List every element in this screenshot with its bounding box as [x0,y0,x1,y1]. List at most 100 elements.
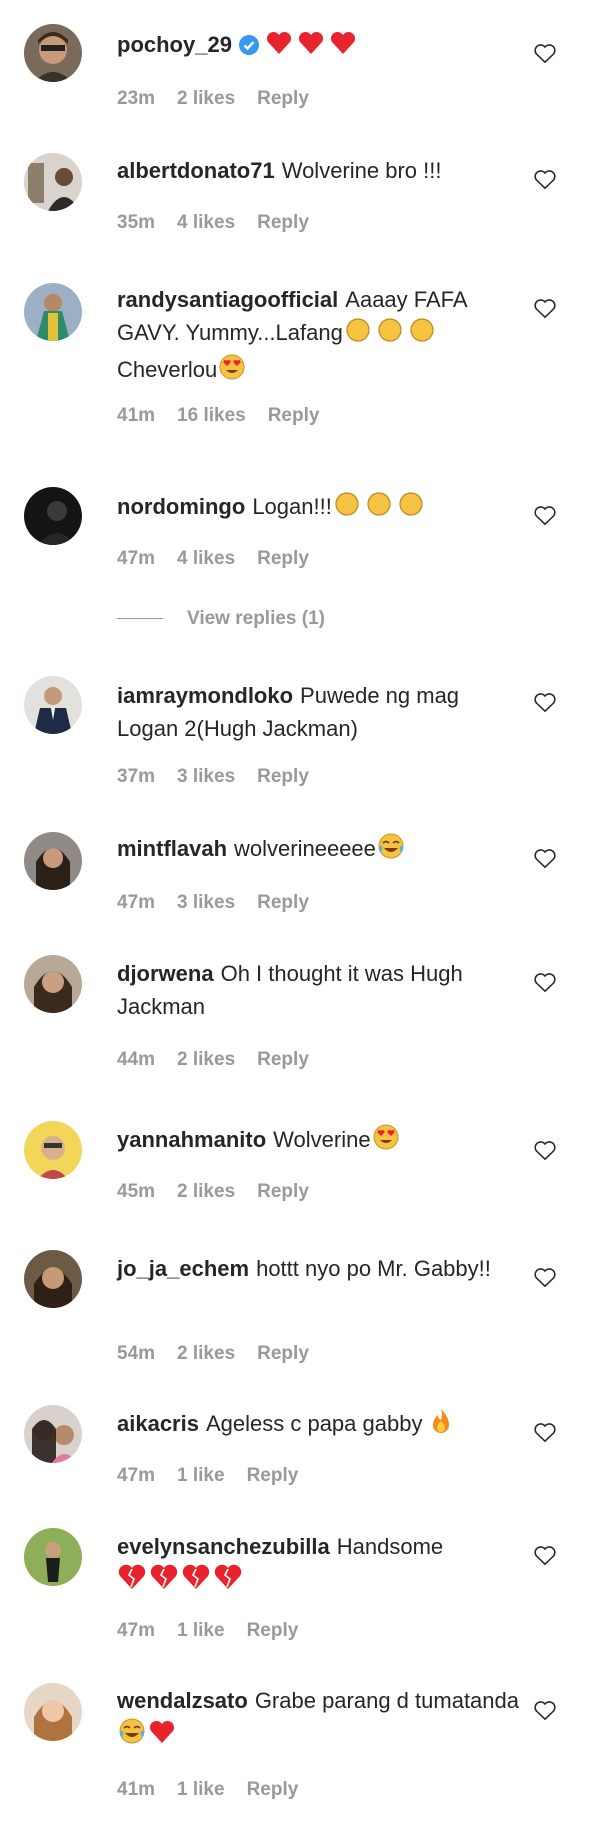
timestamp: 23m [117,88,156,109]
username[interactable]: nordomingo [117,494,245,519]
comment-text: yannahmanito Wolverine [117,1123,522,1160]
heart-outline-icon[interactable] [532,1137,558,1163]
username[interactable]: wendalzsato [117,1688,248,1713]
comment-text: iamraymondloko Puwede ng mag Logan 2(Hugh… [117,683,460,741]
username[interactable]: aikacris [117,1411,199,1436]
username[interactable]: evelynsanchezubilla [117,1534,330,1559]
heart-eyes-emoji-icon [371,1123,401,1160]
avatar[interactable] [24,1528,82,1586]
clapping-hands-emoji-icon [332,490,428,527]
heart-outline-icon[interactable] [532,502,558,528]
username[interactable]: pochoy_29 [117,32,232,57]
likes-count[interactable]: 1 like [177,1620,225,1641]
avatar[interactable] [24,1121,82,1179]
likes-count[interactable]: 4 likes [177,548,235,569]
username[interactable]: randysantiagoofficial [117,287,338,312]
comment-meta: 35m 4 likes Reply [117,212,331,234]
reply-button[interactable]: Reply [257,1181,309,1202]
username[interactable]: djorwena [117,961,214,986]
reply-button[interactable]: Reply [257,212,309,233]
comment-meta: 23m 2 likes Reply [117,88,331,110]
likes-count[interactable]: 2 likes [177,1343,235,1364]
heart-outline-icon[interactable] [532,845,558,871]
likes-count[interactable]: 2 likes [177,88,235,109]
comment-meta: 41m 1 like Reply [117,1779,320,1801]
reply-button[interactable]: Reply [257,1049,309,1070]
heart-outline-icon[interactable] [532,295,558,321]
reply-button[interactable]: Reply [257,88,309,109]
likes-count[interactable]: 3 likes [177,766,235,787]
avatar[interactable] [24,1405,82,1463]
likes-count[interactable]: 2 likes [177,1049,235,1070]
comment-text: aikacris Ageless c papa gabby [117,1407,522,1444]
avatar[interactable] [24,283,82,341]
timestamp: 45m [117,1181,156,1202]
comment-meta: 47m 3 likes Reply [117,892,331,914]
reply-button[interactable]: Reply [257,892,309,913]
likes-count[interactable]: 16 likes [177,405,246,426]
comment-text: jo_ja_echem hottt nyo po Mr. Gabby!! [117,1256,491,1281]
likes-count[interactable]: 3 likes [177,892,235,913]
timestamp: 47m [117,892,156,913]
avatar[interactable] [24,153,82,211]
username[interactable]: iamraymondloko [117,683,293,708]
username[interactable]: albertdonato71 [117,158,275,183]
heart-outline-icon[interactable] [532,40,558,66]
avatar[interactable] [24,24,82,82]
reply-button[interactable]: Reply [247,1465,299,1486]
comment-text: evelynsanchezubilla Handsome [117,1530,522,1600]
comment-text: mintflavah wolverineeeee [117,832,522,869]
timestamp: 47m [117,1465,156,1486]
heart-outline-icon[interactable] [532,1264,558,1290]
comment-meta: 37m 3 likes Reply [117,766,331,788]
reply-button[interactable]: Reply [257,548,309,569]
reply-button[interactable]: Reply [257,1343,309,1364]
heart-outline-icon[interactable] [532,969,558,995]
tears-of-joy-emoji-icon [376,832,406,869]
view-replies-button[interactable]: View replies (1) [117,608,325,630]
reply-button[interactable]: Reply [268,405,320,426]
heart-outline-icon[interactable] [532,1697,558,1723]
timestamp: 37m [117,766,156,787]
comment-meta: 47m 1 like Reply [117,1465,320,1487]
heart-eyes-emoji-icon [217,353,247,390]
broken-heart-emoji-icon [117,1563,243,1600]
reply-button[interactable]: Reply [247,1620,299,1641]
comment-meta: 41m 16 likes Reply [117,405,341,427]
likes-count[interactable]: 1 like [177,1779,225,1800]
heart-emoji-icon [265,30,361,65]
heart-outline-icon[interactable] [532,1542,558,1568]
comment-meta: 45m 2 likes Reply [117,1181,331,1203]
username[interactable]: yannahmanito [117,1127,266,1152]
avatar[interactable] [24,487,82,545]
heart-outline-icon[interactable] [532,689,558,715]
avatar[interactable] [24,832,82,890]
avatar[interactable] [24,1683,82,1741]
comment-meta: 44m 2 likes Reply [117,1049,331,1071]
timestamp: 41m [117,405,156,426]
heart-emoji-icon [147,1719,177,1754]
fire-emoji-icon [429,1407,453,1444]
comment-meta: 47m 4 likes Reply [117,548,331,570]
avatar[interactable] [24,676,82,734]
comment-text: wendalzsato Grabe parang d tumatanda [117,1684,522,1754]
reply-button[interactable]: Reply [247,1779,299,1800]
likes-count[interactable]: 2 likes [177,1181,235,1202]
comment-meta: 54m 2 likes Reply [117,1343,331,1365]
timestamp: 35m [117,212,156,233]
likes-count[interactable]: 4 likes [177,212,235,233]
heart-outline-icon[interactable] [532,1419,558,1445]
avatar[interactable] [24,955,82,1013]
avatar[interactable] [24,1250,82,1308]
clapping-hands-emoji-icon [343,316,439,353]
heart-outline-icon[interactable] [532,166,558,192]
timestamp: 44m [117,1049,156,1070]
likes-count[interactable]: 1 like [177,1465,225,1486]
comment-text: djorwena Oh I thought it was Hugh Jackman [117,961,463,1019]
username[interactable]: mintflavah [117,836,227,861]
tears-of-joy-emoji-icon [117,1717,147,1754]
username[interactable]: jo_ja_echem [117,1256,249,1281]
timestamp: 41m [117,1779,156,1800]
reply-button[interactable]: Reply [257,766,309,787]
verified-badge-icon [238,35,259,55]
